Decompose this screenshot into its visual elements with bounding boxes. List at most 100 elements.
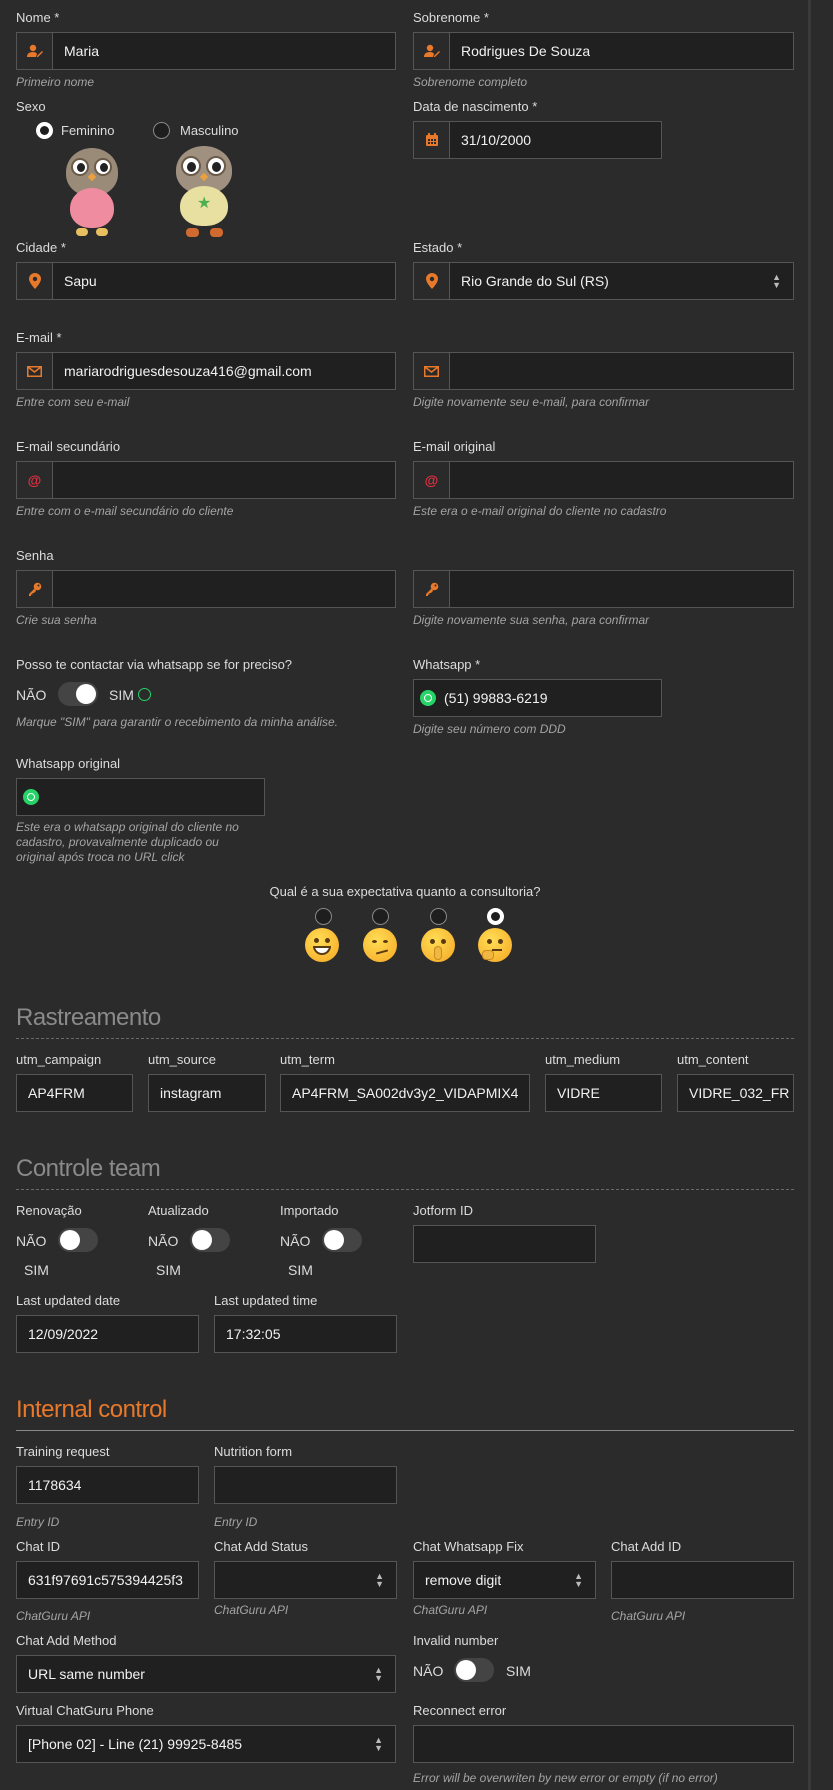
radio-expectativa-4[interactable] [487,908,504,925]
rastreamento-divider [16,1038,794,1039]
contato-off-label: NÃO [16,687,47,703]
cidade-value: Sapu [64,273,97,289]
chat-id-field[interactable]: 631f97691c575394425f3 [16,1561,199,1599]
nutrition-help: Entry ID [214,1515,258,1529]
utm-medium-label: utm_medium [545,1052,621,1067]
renovacao-toggle[interactable] [58,1228,98,1252]
email-help: Entre com seu e-mail [16,395,130,409]
email-original-help: Este era o e-mail original do cliente no… [413,504,667,518]
shushing-face-icon[interactable] [421,928,455,962]
whatsapp-original-help-3: original após troca no URL click [16,850,185,864]
invalid-number-toggle[interactable] [454,1658,494,1682]
estado-label: Estado [413,240,462,255]
email-original-field[interactable]: @ [413,461,794,499]
utm-campaign-value: AP4FRM [28,1085,85,1101]
contato-help: Marque "SIM" para garantir o recebimento… [16,715,339,729]
whatsapp-value: (51) 99883-6219 [444,690,548,706]
chat-whatsapp-fix-select[interactable]: remove digit ▲ ▼ [413,1561,596,1599]
owl-female-image[interactable] [56,148,128,240]
importado-toggle[interactable] [322,1228,362,1252]
utm-content-label: utm_content [677,1052,749,1067]
reconnect-error-field[interactable] [413,1725,794,1763]
atualizado-off-label: NÃO [148,1233,179,1249]
cidade-label: Cidade [16,240,66,255]
importado-on-label: SIM [288,1262,313,1278]
utm-term-value: AP4FRM_SA002dv3y2_VIDAPMIX4 [292,1085,519,1101]
email-field[interactable]: mariarodriguesdesouza416@gmail.com [16,352,396,390]
smirking-face-icon[interactable] [363,928,397,962]
training-value: 1178634 [28,1477,82,1493]
atualizado-label: Atualizado [148,1203,209,1218]
senha-field[interactable] [16,570,396,608]
radio-expectativa-3[interactable] [430,908,447,925]
whatsapp-original-field[interactable] [16,778,265,816]
atualizado-toggle[interactable] [190,1228,230,1252]
radio-expectativa-1[interactable] [315,908,332,925]
sobrenome-help: Sobrenome completo [413,75,528,89]
nome-label: Nome [16,10,59,25]
calendar-icon [414,122,450,158]
nascimento-label: Data de nascimento [413,99,537,114]
senha-confirm-help: Digite novamente sua senha, para confirm… [413,613,650,627]
email-confirm-help: Digite novamente seu e-mail, para confir… [413,395,650,409]
nutrition-field[interactable] [214,1466,397,1504]
whatsapp-help: Digite seu número com DDD [413,722,566,736]
last-date-label: Last updated date [16,1293,121,1308]
radio-feminino[interactable] [36,122,53,139]
chat-add-method-label: Chat Add Method [16,1633,117,1648]
sobrenome-label: Sobrenome [413,10,489,25]
training-help: Entry ID [16,1515,60,1529]
utm-campaign-label: utm_campaign [16,1052,102,1067]
nascimento-field[interactable]: 31/10/2000 [413,121,662,159]
senha-help: Crie sua senha [16,613,97,627]
jotform-field[interactable] [413,1225,596,1263]
whatsapp-label: Whatsapp [413,657,480,672]
thinking-face-icon[interactable] [478,928,512,962]
grinning-face-icon[interactable] [305,928,339,962]
chat-add-status-label: Chat Add Status [214,1539,308,1554]
whatsapp-icon [420,690,436,706]
utm-campaign-field[interactable]: AP4FRM [16,1074,133,1112]
senha-confirm-field[interactable] [413,570,794,608]
user-edit-icon [414,33,450,69]
radio-expectativa-2[interactable] [372,908,389,925]
chat-add-id-field[interactable] [611,1561,794,1599]
email-secundario-help: Entre com o e-mail secundário do cliente [16,504,234,518]
chat-add-status-select[interactable]: ▲ ▼ [214,1561,397,1599]
select-arrows-icon: ▲ ▼ [574,1571,583,1589]
invalid-number-label: Invalid number [413,1633,499,1648]
email-secundario-label: E-mail secundário [16,439,121,454]
email-value: mariarodriguesdesouza416@gmail.com [64,363,312,379]
utm-content-field[interactable]: VIDRE_032_FR [677,1074,794,1112]
email-original-label: E-mail original [413,439,496,454]
chat-add-method-select[interactable]: URL same number ▲ ▼ [16,1655,396,1693]
utm-medium-field[interactable]: VIDRE [545,1074,662,1112]
key-icon [17,571,53,607]
nascimento-value: 31/10/2000 [461,132,532,148]
nome-field[interactable]: Maria [16,32,396,70]
last-date-value: 12/09/2022 [28,1326,99,1342]
last-date-field[interactable]: 12/09/2022 [16,1315,199,1353]
chat-whatsapp-fix-label: Chat Whatsapp Fix [413,1539,524,1554]
owl-male-image[interactable]: ★ [172,146,238,240]
virtual-phone-select[interactable]: [Phone 02] - Line (21) 99925-8485 ▲ ▼ [16,1725,396,1763]
contato-toggle[interactable] [58,682,98,706]
email-secundario-field[interactable]: @ [16,461,396,499]
select-arrows-icon: ▲ ▼ [374,1665,383,1683]
whatsapp-original-help-1: Este era o whatsapp original do cliente … [16,820,239,834]
sobrenome-field[interactable]: Rodrigues De Souza [413,32,794,70]
whatsapp-field[interactable]: (51) 99883-6219 [413,679,662,717]
whatsapp-icon [138,688,151,701]
estado-select[interactable]: Rio Grande do Sul (RS) ▲ ▼ [413,262,794,300]
utm-term-field[interactable]: AP4FRM_SA002dv3y2_VIDAPMIX4 [280,1074,530,1112]
internal-title: Internal control [16,1396,167,1423]
controle-divider [16,1189,794,1190]
cidade-field[interactable]: Sapu [16,262,396,300]
radio-masculino[interactable] [153,122,170,139]
map-marker-icon [17,263,53,299]
last-time-field[interactable]: 17:32:05 [214,1315,397,1353]
contato-question: Posso te contactar via whatsapp se for p… [16,657,293,672]
email-confirm-field[interactable] [413,352,794,390]
training-field[interactable]: 1178634 [16,1466,199,1504]
utm-source-field[interactable]: instagram [148,1074,266,1112]
